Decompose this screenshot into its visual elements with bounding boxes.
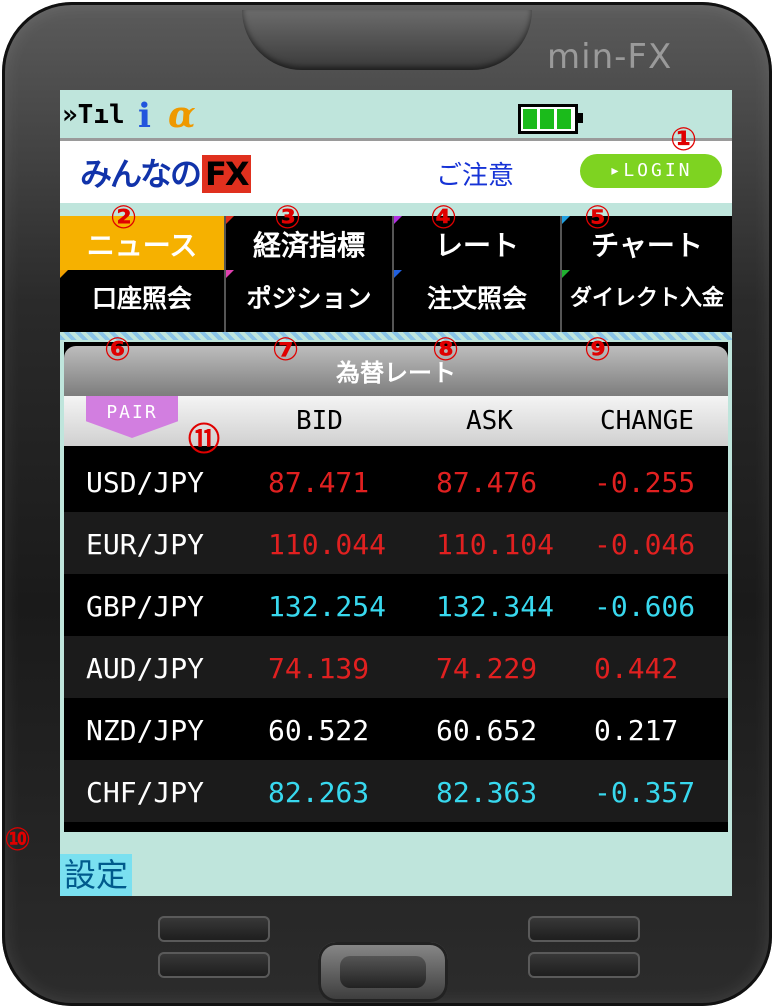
app-logo[interactable]: みんなの FX xyxy=(80,149,251,195)
phone-screen: »Tıl i α みんなの FX ご注意 ▸LOGIN ニュース 経済指標 レー… xyxy=(60,90,732,896)
status-bar: »Tıl i α xyxy=(60,90,732,140)
menu-positions[interactable]: ポジション xyxy=(226,270,394,332)
marker-2: ② xyxy=(110,198,138,236)
change-value: -0.606 xyxy=(594,590,696,623)
ask-value: 74.229 xyxy=(436,652,538,685)
right-end-key[interactable] xyxy=(528,952,640,978)
menu-news-label: ニュース xyxy=(86,229,198,262)
marker-5: ⑤ xyxy=(584,198,612,236)
login-button[interactable]: ▸LOGIN xyxy=(580,154,722,188)
device-brand: min-FX xyxy=(547,37,673,77)
speaker-grille xyxy=(242,10,532,70)
bid-value: 60.522 xyxy=(268,714,370,747)
pair-sort-button[interactable]: PAIR xyxy=(86,396,178,438)
marker-9: ⑨ xyxy=(584,330,612,368)
change-value: 0.442 xyxy=(594,652,679,685)
signal-icon: »Tıl xyxy=(62,100,125,130)
pair-name: AUD/JPY xyxy=(86,652,205,685)
marker-10: ⑩ xyxy=(4,820,32,858)
battery-icon xyxy=(518,104,583,134)
change-value: -0.255 xyxy=(594,466,696,499)
pair-name: NZD/JPY xyxy=(86,714,205,747)
rates-title: 為替レート xyxy=(64,346,728,396)
center-nav-button[interactable] xyxy=(318,942,448,1002)
menu-economic-indicators-label: 経済指標 xyxy=(252,229,365,262)
screen-footer: 設定 xyxy=(60,854,732,896)
ask-value: 132.344 xyxy=(436,590,555,623)
bid-value: 87.471 xyxy=(268,466,370,499)
right-soft-key[interactable] xyxy=(528,916,640,942)
change-value: -0.046 xyxy=(594,528,696,561)
marker-8: ⑧ xyxy=(432,330,460,368)
menu-direct-deposit-label: ダイレクト入金 xyxy=(569,286,724,311)
rates-panel: 為替レート PAIR BID ASK CHANGE USD/JPY 87.471… xyxy=(64,342,728,832)
left-call-key[interactable] xyxy=(158,952,270,978)
marker-7: ⑦ xyxy=(272,330,300,368)
marker-6: ⑥ xyxy=(104,330,132,368)
marker-1: ① xyxy=(670,120,698,158)
divider xyxy=(60,332,732,340)
table-row[interactable]: USD/JPY 87.471 87.476 -0.255 xyxy=(64,450,728,512)
table-row[interactable]: EUR/JPY 110.044 110.104 -0.046 xyxy=(64,512,728,574)
menu-order-inquiry-label: 注文照会 xyxy=(426,284,527,313)
change-value: 0.217 xyxy=(594,714,679,747)
ask-value: 87.476 xyxy=(436,466,538,499)
rates-table-header: PAIR BID ASK CHANGE xyxy=(64,396,728,446)
left-soft-key[interactable] xyxy=(158,916,270,942)
col-ask: ASK xyxy=(466,406,513,436)
main-menu-row-2: 口座照会 ポジション 注文照会 ダイレクト入金 xyxy=(60,270,732,332)
menu-order-inquiry[interactable]: 注文照会 xyxy=(394,270,562,332)
table-row[interactable]: GBP/JPY 132.254 132.344 -0.606 xyxy=(64,574,728,636)
pair-name: USD/JPY xyxy=(86,466,205,499)
marker-3: ③ xyxy=(274,198,302,236)
table-row[interactable]: AUD/JPY 74.139 74.229 0.442 xyxy=(64,636,728,698)
col-bid: BID xyxy=(296,406,343,436)
ask-value: 60.652 xyxy=(436,714,538,747)
bid-value: 82.263 xyxy=(268,776,370,809)
alpha-icon: α xyxy=(168,94,196,136)
logo-text: みんなの xyxy=(80,155,202,193)
pair-name: GBP/JPY xyxy=(86,590,205,623)
ask-value: 82.363 xyxy=(436,776,538,809)
pair-name: CHF/JPY xyxy=(86,776,205,809)
phone-frame: min-FX »Tıl i α みんなの FX ご注意 ▸LOGIN ニュース … xyxy=(2,2,772,1006)
marker-11: ⑪ xyxy=(188,420,221,458)
ask-value: 110.104 xyxy=(436,528,555,561)
logo-fx: FX xyxy=(202,155,251,193)
imode-icon: i xyxy=(138,96,151,136)
table-row[interactable]: NZD/JPY 60.522 60.652 0.217 xyxy=(64,698,728,760)
app-header: みんなの FX ご注意 ▸LOGIN xyxy=(60,138,732,203)
bid-value: 74.139 xyxy=(268,652,370,685)
table-row[interactable]: CHF/JPY 82.263 82.363 -0.357 xyxy=(64,760,728,822)
settings-link[interactable]: 設定 xyxy=(60,854,133,896)
change-value: -0.357 xyxy=(594,776,696,809)
menu-positions-label: ポジション xyxy=(246,284,372,313)
menu-account-inquiry-label: 口座照会 xyxy=(91,284,192,313)
col-change: CHANGE xyxy=(600,406,694,436)
bid-value: 110.044 xyxy=(268,528,387,561)
menu-account-inquiry[interactable]: 口座照会 xyxy=(60,270,226,332)
pair-name: EUR/JPY xyxy=(86,528,205,561)
menu-direct-deposit[interactable]: ダイレクト入金 xyxy=(562,270,732,332)
bid-value: 132.254 xyxy=(268,590,387,623)
notice-link[interactable]: ご注意 xyxy=(436,155,514,192)
marker-4: ④ xyxy=(430,198,458,236)
